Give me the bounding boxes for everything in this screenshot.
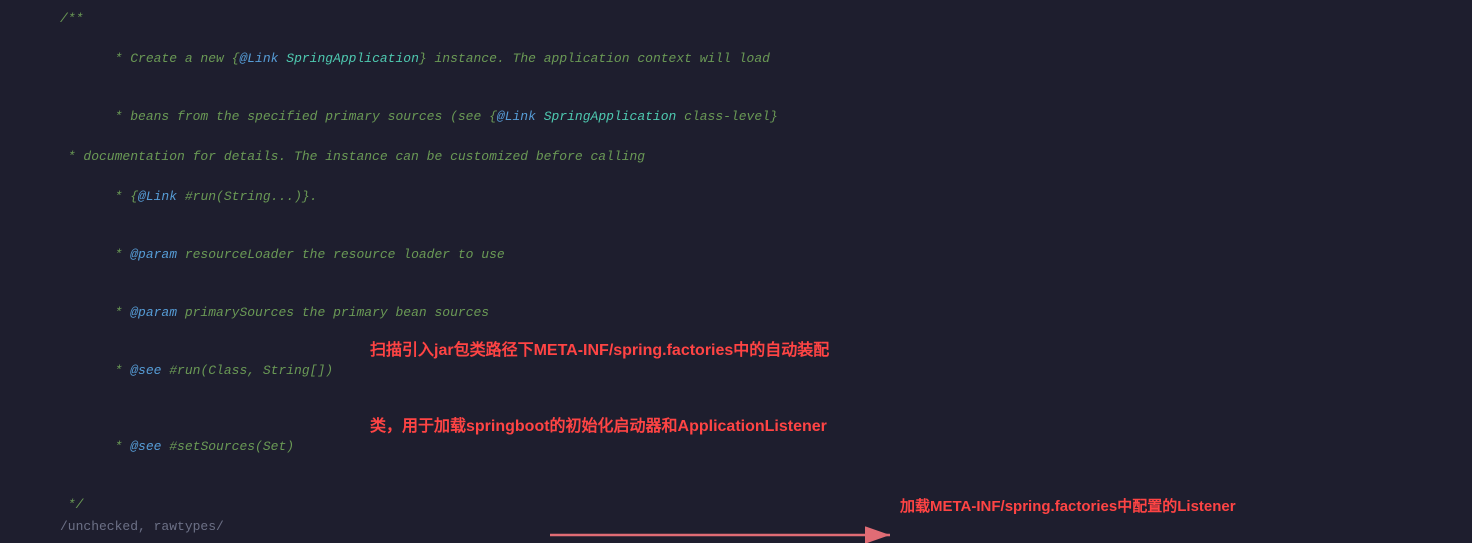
code-line: */ bbox=[0, 494, 1472, 516]
line-content: public SpringApplication(ResourceLoader … bbox=[56, 538, 1472, 543]
line-number bbox=[0, 30, 40, 32]
line-number bbox=[0, 538, 40, 540]
code-line: * beans from the specified primary sourc… bbox=[0, 88, 1472, 146]
line-number bbox=[0, 168, 40, 170]
code-line: * {@Link #run(String...)}. bbox=[0, 168, 1472, 226]
line-number bbox=[0, 342, 40, 344]
line-content: /** bbox=[56, 8, 1472, 30]
line-number bbox=[0, 8, 40, 10]
line-number bbox=[0, 516, 40, 518]
line-content: * @param primarySources the primary bean… bbox=[56, 284, 1472, 342]
line-content: * beans from the specified primary sourc… bbox=[56, 88, 1472, 146]
line-number bbox=[0, 226, 40, 228]
annotation-1-text2: 类，用于加载springboot的初始化启动器和ApplicationListe… bbox=[370, 418, 827, 436]
line-number bbox=[0, 418, 40, 420]
line-content: /unchecked, rawtypes/ bbox=[56, 516, 1472, 538]
code-editor: /** * Create a new {@Link SpringApplicat… bbox=[0, 0, 1472, 543]
code-line: * @see #setSources(Set) 类，用于加载springboot… bbox=[0, 418, 1472, 494]
code-line: public SpringApplication(ResourceLoader … bbox=[0, 538, 1472, 543]
code-line: /** bbox=[0, 8, 1472, 30]
code-line: * documentation for details. The instanc… bbox=[0, 146, 1472, 168]
code-line: * Create a new {@Link SpringApplication}… bbox=[0, 30, 1472, 88]
line-number bbox=[0, 88, 40, 90]
code-line: /unchecked, rawtypes/ bbox=[0, 516, 1472, 538]
line-content: */ bbox=[56, 494, 1472, 516]
code-line: * @param primarySources the primary bean… bbox=[0, 284, 1472, 342]
code-line: * @param resourceLoader the resource loa… bbox=[0, 226, 1472, 284]
line-content: * documentation for details. The instanc… bbox=[56, 146, 1472, 168]
code-line: * @see #run(Class, String[]) 扫描引入jar包类路径… bbox=[0, 342, 1472, 418]
line-content: * {@Link #run(String...)}. bbox=[56, 168, 1472, 226]
line-number bbox=[0, 494, 40, 496]
line-content: * @param resourceLoader the resource loa… bbox=[56, 226, 1472, 284]
annotation-1-text1: 扫描引入jar包类路径下META-INF/spring.factories中的自… bbox=[370, 342, 829, 360]
line-content: * @see #setSources(Set) 类，用于加载springboot… bbox=[56, 418, 1472, 494]
line-content: * Create a new {@Link SpringApplication}… bbox=[56, 30, 1472, 88]
line-number bbox=[0, 284, 40, 286]
line-number bbox=[0, 146, 40, 148]
line-content: * @see #run(Class, String[]) 扫描引入jar包类路径… bbox=[56, 342, 1472, 418]
